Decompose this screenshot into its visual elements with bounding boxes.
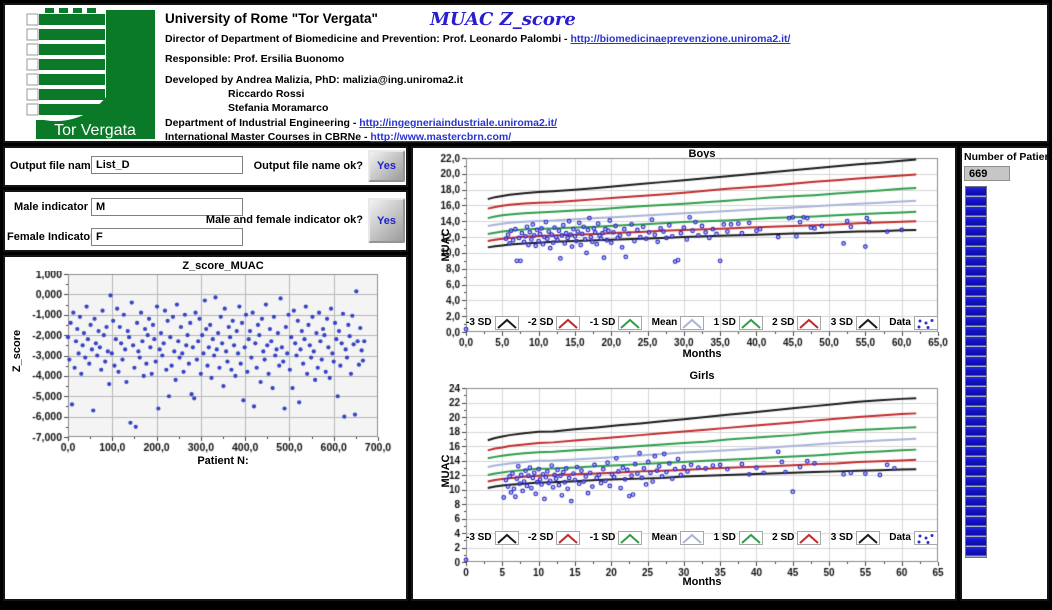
legend-line-icon	[797, 316, 821, 330]
legend-label: -2 SD	[528, 317, 554, 328]
legend-item-mean[interactable]: Mean	[652, 531, 705, 545]
mastercbrn-link[interactable]: http://www.mastercbrn.com/	[370, 131, 511, 143]
legend-line-icon	[797, 531, 821, 545]
legend-label: Data	[889, 317, 911, 328]
developer-line-3: Stefania Moramarco	[165, 102, 790, 114]
output-ok-label: Output file name ok?	[203, 160, 363, 172]
girls-plot-canvas	[413, 384, 955, 596]
legend-data-points-icon	[914, 316, 938, 330]
zscore-plot-canvas	[5, 271, 403, 471]
mf-ok-button[interactable]: Yes	[368, 198, 405, 243]
tor-vergata-logo: Tor Vergata	[9, 8, 161, 139]
output-file-panel: Output file name Output file name ok? Ye…	[3, 146, 408, 187]
legend-item-data[interactable]: Data	[889, 316, 938, 330]
responsible-line: Responsible: Prof. Ersilia Buonomo	[165, 53, 790, 65]
girls-chart-title: Girls	[466, 370, 938, 382]
patients-bar-indicator	[965, 186, 987, 558]
male-indicator-label: Male indicator	[7, 201, 88, 213]
legend-item-2-sd[interactable]: 2 SD	[772, 316, 821, 330]
output-ok-button[interactable]: Yes	[368, 150, 405, 182]
legend-label: 2 SD	[772, 317, 794, 328]
legend-item-data[interactable]: Data	[889, 531, 938, 545]
cbrne-line: International Master Courses in CBRNe - …	[165, 131, 790, 143]
engineering-link[interactable]: http://ingegneriaindustriale.uniroma2.it…	[359, 117, 557, 129]
patients-count-label: Number of Patients	[964, 151, 1052, 163]
legend-label: -3 SD	[466, 532, 492, 543]
legend-line-icon	[618, 316, 642, 330]
legend-item-1-sd[interactable]: 1 SD	[714, 316, 763, 330]
director-line: Director of Department of Biomedicine an…	[165, 33, 790, 45]
application-window: Tor Vergata University of Rome "Tor Verg…	[0, 0, 1052, 610]
developer-line: Developed by Andrea Malizia, PhD: malizi…	[165, 74, 790, 86]
legend-label: 3 SD	[831, 532, 853, 543]
biomedicine-link[interactable]: http://biomedicinaeprevenzione.uniroma2.…	[570, 33, 790, 45]
girls-yaxis-label: MUAC	[440, 411, 452, 531]
boys-plot-legend: -3 SD -2 SD -1 SD Mean 1 SD 2 SD 3 SD Data	[466, 314, 938, 331]
boys-yaxis-label: MUAC	[440, 185, 452, 305]
output-file-label: Output file name	[10, 160, 97, 172]
legend-label: 2 SD	[772, 532, 794, 543]
legend-label: 1 SD	[714, 317, 736, 328]
mf-ok-label: Male and female indicator ok?	[193, 214, 363, 226]
girls-xaxis-label: Months	[466, 576, 938, 588]
logo-wordmark: Tor Vergata	[54, 122, 136, 139]
legend-item--3-sd[interactable]: -3 SD	[466, 531, 519, 545]
female-indicator-input[interactable]	[91, 228, 243, 246]
legend-item-3-sd[interactable]: 3 SD	[831, 316, 880, 330]
legend-item--2-sd[interactable]: -2 SD	[528, 316, 581, 330]
legend-label: Data	[889, 532, 911, 543]
engineering-text: Department of Industrial Engineering -	[165, 117, 359, 129]
legend-label: 3 SD	[831, 317, 853, 328]
legend-item-mean[interactable]: Mean	[652, 316, 705, 330]
header-panel: Tor Vergata University of Rome "Tor Verg…	[3, 3, 1049, 143]
legend-label: Mean	[652, 317, 678, 328]
zscore-xaxis-label: Patient N:	[68, 455, 378, 467]
developer-line-2: Riccardo Rossi	[165, 88, 790, 100]
legend-item--2-sd[interactable]: -2 SD	[528, 531, 581, 545]
legend-line-icon	[495, 531, 519, 545]
legend-item-2-sd[interactable]: 2 SD	[772, 531, 821, 545]
legend-line-icon	[739, 531, 763, 545]
legend-line-icon	[856, 316, 880, 330]
zscore-yaxis-label: Z_score	[11, 281, 23, 421]
university-logo-icon: Tor Vergata	[9, 8, 161, 139]
legend-label: 1 SD	[714, 532, 736, 543]
legend-label: -2 SD	[528, 532, 554, 543]
legend-label: Mean	[652, 532, 678, 543]
app-title: MUAC Z_score	[430, 9, 576, 30]
legend-item--1-sd[interactable]: -1 SD	[590, 316, 643, 330]
legend-line-icon	[556, 531, 580, 545]
boys-xaxis-label: Months	[466, 348, 938, 360]
legend-line-icon	[680, 316, 704, 330]
female-indicator-label: Female Indicator	[7, 231, 88, 243]
legend-line-icon	[856, 531, 880, 545]
legend-label: -1 SD	[590, 317, 616, 328]
patients-panel: Number of Patients 669	[960, 146, 1049, 601]
legend-line-icon	[556, 316, 580, 330]
legend-line-icon	[739, 316, 763, 330]
legend-item-1-sd[interactable]: 1 SD	[714, 531, 763, 545]
legend-label: -3 SD	[466, 317, 492, 328]
legend-line-icon	[680, 531, 704, 545]
director-text: Director of Department of Biomedicine an…	[165, 33, 570, 45]
girls-plot-legend: -3 SD -2 SD -1 SD Mean 1 SD 2 SD 3 SD Data	[466, 529, 938, 546]
indicator-panel: Male indicator Female Indicator Male and…	[3, 190, 408, 252]
zscore-chart-panel: Z_score_MUAC Patient N: Z_score	[3, 255, 408, 601]
legend-line-icon	[618, 531, 642, 545]
legend-item--1-sd[interactable]: -1 SD	[590, 531, 643, 545]
legend-item-3-sd[interactable]: 3 SD	[831, 531, 880, 545]
legend-label: -1 SD	[590, 532, 616, 543]
engineering-line: Department of Industrial Engineering - h…	[165, 117, 790, 129]
growth-charts-panel: Boys -3 SD-2 SD-1 SDMean1 SD2 SD3 SDData…	[411, 146, 957, 601]
legend-item--3-sd[interactable]: -3 SD	[466, 316, 519, 330]
cbrne-text: International Master Courses in CBRNe -	[165, 131, 370, 143]
patients-count-display: 669	[964, 166, 1010, 181]
legend-data-points-icon	[914, 531, 938, 545]
legend-line-icon	[495, 316, 519, 330]
